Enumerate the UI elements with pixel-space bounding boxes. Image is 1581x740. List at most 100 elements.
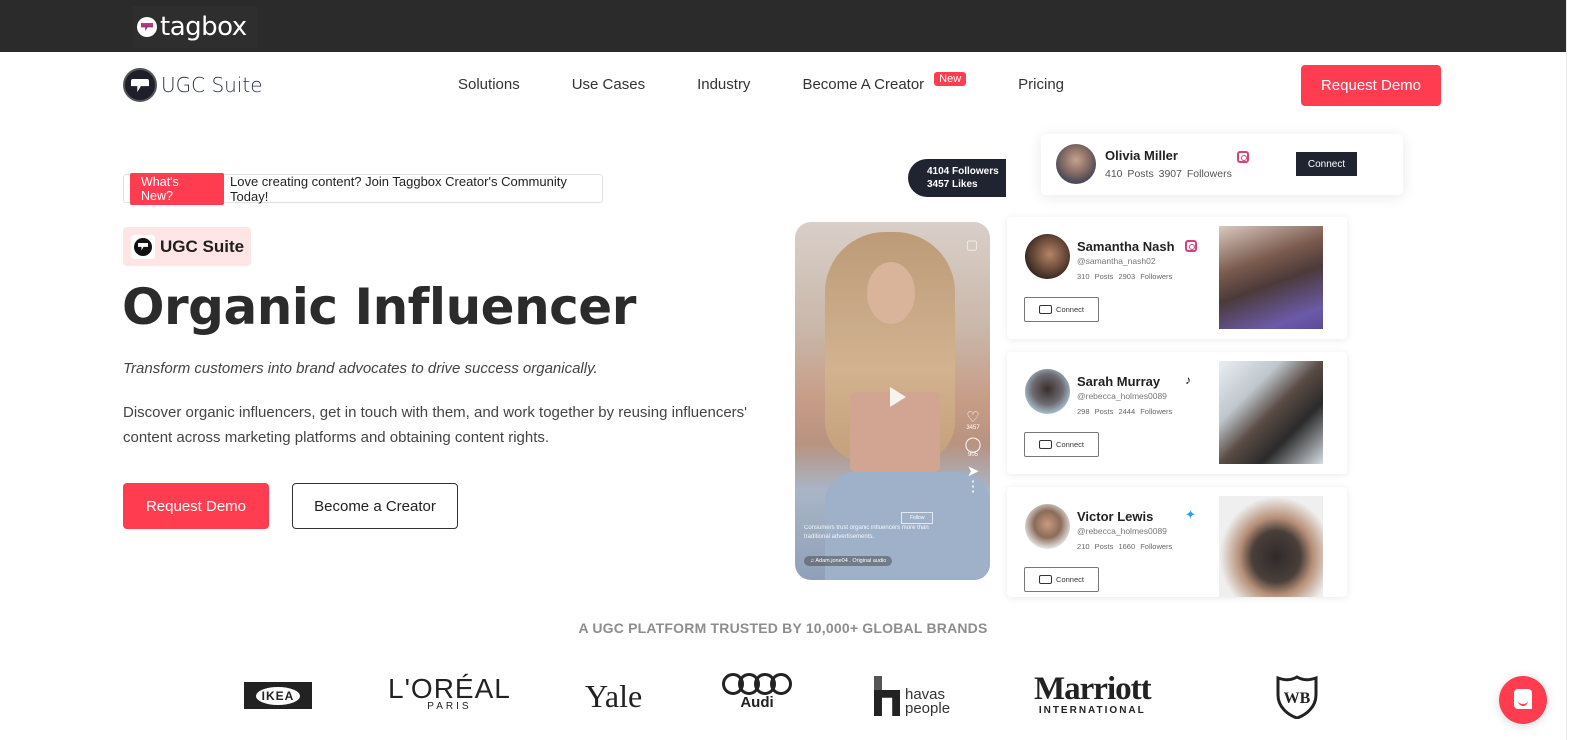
connect-label: Connect (1056, 305, 1084, 314)
connect-button[interactable]: Connect (1024, 432, 1099, 457)
comment-icon[interactable]: ◯ (964, 437, 982, 452)
chat-icon (1039, 440, 1053, 449)
become-a-creator-button[interactable]: Become a Creator (292, 483, 458, 529)
influencer-post-image[interactable] (1219, 226, 1323, 329)
ugc-suite-logo-icon (123, 68, 157, 102)
chat-widget-button[interactable] (1499, 676, 1547, 724)
ikea-logo-text: IKEA (255, 686, 301, 705)
tiktok-icon: ♪ (1185, 373, 1191, 387)
stats-pill: 4104 Followers 3457 Likes (908, 159, 1006, 197)
influencer-handle: @rebecca_holmes0089 (1077, 526, 1167, 536)
nav-industry[interactable]: Industry (697, 76, 750, 93)
wb-shield-icon: WB (1276, 675, 1318, 720)
audio-label: ♫ Adam.jone04 . Original audio (804, 556, 893, 566)
new-badge: New (934, 72, 967, 86)
sarah-avatar (1025, 369, 1070, 414)
audi-rings-icon (721, 673, 793, 695)
tagbox-logo-text: tagbox (160, 12, 247, 42)
influencer-meta: 410 Posts 3907 Followers (1105, 168, 1232, 180)
hero-title: Organic Influencer (122, 278, 636, 336)
yale-logo: Yale (585, 678, 643, 714)
nav-use-cases[interactable]: Use Cases (572, 76, 645, 93)
top-brand-bar: tagbox (0, 0, 1566, 52)
main-nav: Solutions Use Cases Industry Become A Cr… (458, 72, 1116, 93)
influencer-name: Sarah Murray (1077, 374, 1161, 389)
influencer-meta: 210 Posts 1660 Followers (1077, 542, 1173, 551)
connect-label: Connect (1056, 575, 1084, 584)
ugc-suite-icon (131, 234, 155, 259)
hero-subtitle: Transform customers into brand advocates… (123, 360, 598, 377)
chat-icon (1039, 575, 1053, 584)
influencer-name: Victor Lewis (1077, 509, 1154, 524)
connect-label: Connect (1056, 440, 1084, 449)
brands-heading: A UGC PLATFORM TRUSTED BY 10,000+ GLOBAL… (578, 620, 988, 636)
havas-people-logo: havas people (874, 676, 950, 716)
twitter-icon: ✦ (1185, 507, 1196, 522)
connect-button[interactable]: Connect (1024, 567, 1099, 592)
heart-icon[interactable]: ♡ (964, 410, 982, 425)
likes-value: 3457 (966, 425, 980, 431)
influencer-name: Samantha Nash (1077, 239, 1175, 254)
more-icon[interactable]: ⋮ (964, 479, 982, 494)
whats-new-tag: What's New? (130, 172, 224, 205)
nav-request-demo-button[interactable]: Request Demo (1301, 65, 1441, 106)
ugc-suite-logo[interactable]: UGC Suite (123, 68, 263, 102)
play-icon[interactable] (890, 387, 906, 407)
featured-influencer-card: Olivia Miller 410 Posts 3907 Followers C… (1041, 134, 1403, 195)
ugc-suite-pill-text: UGC Suite (160, 236, 245, 256)
instagram-icon (1185, 240, 1197, 252)
influencer-name: Olivia Miller (1105, 148, 1178, 163)
warner-bros-logo: WB (1276, 675, 1318, 720)
svg-text:WB: WB (1284, 690, 1311, 707)
phone-video-preview[interactable]: ▢ ♡ 3457 ◯ 905 ➤ ⋮ Follow Consumers trus… (795, 222, 990, 580)
ikea-logo: IKEA (244, 682, 312, 709)
video-caption: Consumers trust organic influencers more… (804, 525, 929, 540)
connect-button[interactable]: Connect (1296, 152, 1357, 176)
connect-button[interactable]: Connect (1024, 297, 1099, 322)
tagbox-logo-icon (137, 17, 157, 37)
phone-image-face (867, 262, 915, 324)
follow-button[interactable]: Follow (901, 512, 934, 524)
page-scrollbar[interactable] (1566, 0, 1581, 740)
announcement-bar[interactable]: What's New? Love creating content? Join … (123, 172, 603, 205)
marriott-logo: Marriott INTERNATIONAL (1034, 671, 1152, 717)
camera-icon[interactable]: ▢ (966, 237, 978, 253)
nav-solutions[interactable]: Solutions (458, 76, 520, 93)
samantha-avatar (1025, 234, 1070, 279)
announcement-text: Love creating content? Join Taggbox Crea… (230, 173, 567, 204)
likes-count: 3457 Likes (927, 179, 978, 190)
influencer-card: Sarah Murray @rebecca_holmes0089 298 Pos… (1007, 352, 1347, 474)
nav-pricing[interactable]: Pricing (1018, 76, 1064, 93)
ugc-suite-pill: UGC Suite (123, 227, 251, 266)
loreal-logo-text: L'ORÉAL (388, 673, 511, 704)
influencer-handle: @rebecca_holmes0089 (1077, 391, 1167, 401)
influencer-meta: 298 Posts 2444 Followers (1077, 407, 1173, 416)
marriott-logo-subtext: INTERNATIONAL (1038, 705, 1146, 716)
havas-logo-text: havas people (905, 686, 951, 717)
influencer-card: Victor Lewis @rebecca_holmes0089 210 Pos… (1007, 487, 1347, 597)
influencer-post-image[interactable] (1219, 361, 1323, 464)
audi-logo-text: Audi (740, 694, 774, 711)
influencer-card: Samantha Nash @samantha_nash02 310 Posts… (1007, 217, 1347, 339)
victor-avatar (1025, 504, 1070, 549)
nav-become-a-creator-label: Become A Creator (802, 76, 925, 93)
tagbox-logo[interactable]: tagbox (133, 6, 257, 48)
phone-actions: ♡ 3457 ◯ 905 ➤ ⋮ (964, 410, 982, 494)
influencer-post-image[interactable] (1219, 496, 1323, 597)
ugc-suite-logo-text: UGC Suite (161, 73, 263, 97)
influencer-handle: @samantha_nash02 (1077, 256, 1156, 266)
hero-description: Discover organic influencers, get in tou… (123, 404, 748, 446)
audi-logo: Audi (721, 673, 793, 711)
followers-count: 4104 Followers (927, 166, 999, 177)
olivia-avatar (1056, 144, 1096, 184)
havas-h-icon (874, 676, 900, 716)
share-icon[interactable]: ➤ (964, 464, 982, 479)
marriott-logo-text: Marriott (1034, 671, 1152, 707)
chat-icon (1039, 305, 1053, 314)
instagram-icon (1237, 151, 1249, 163)
hero-request-demo-button[interactable]: Request Demo (123, 483, 269, 529)
influencer-meta: 310 Posts 2903 Followers (1077, 272, 1173, 281)
nav-become-a-creator[interactable]: Become A Creator New (802, 72, 967, 93)
chat-icon (1514, 689, 1532, 709)
loreal-logo: L'ORÉAL PARIS (388, 673, 511, 712)
